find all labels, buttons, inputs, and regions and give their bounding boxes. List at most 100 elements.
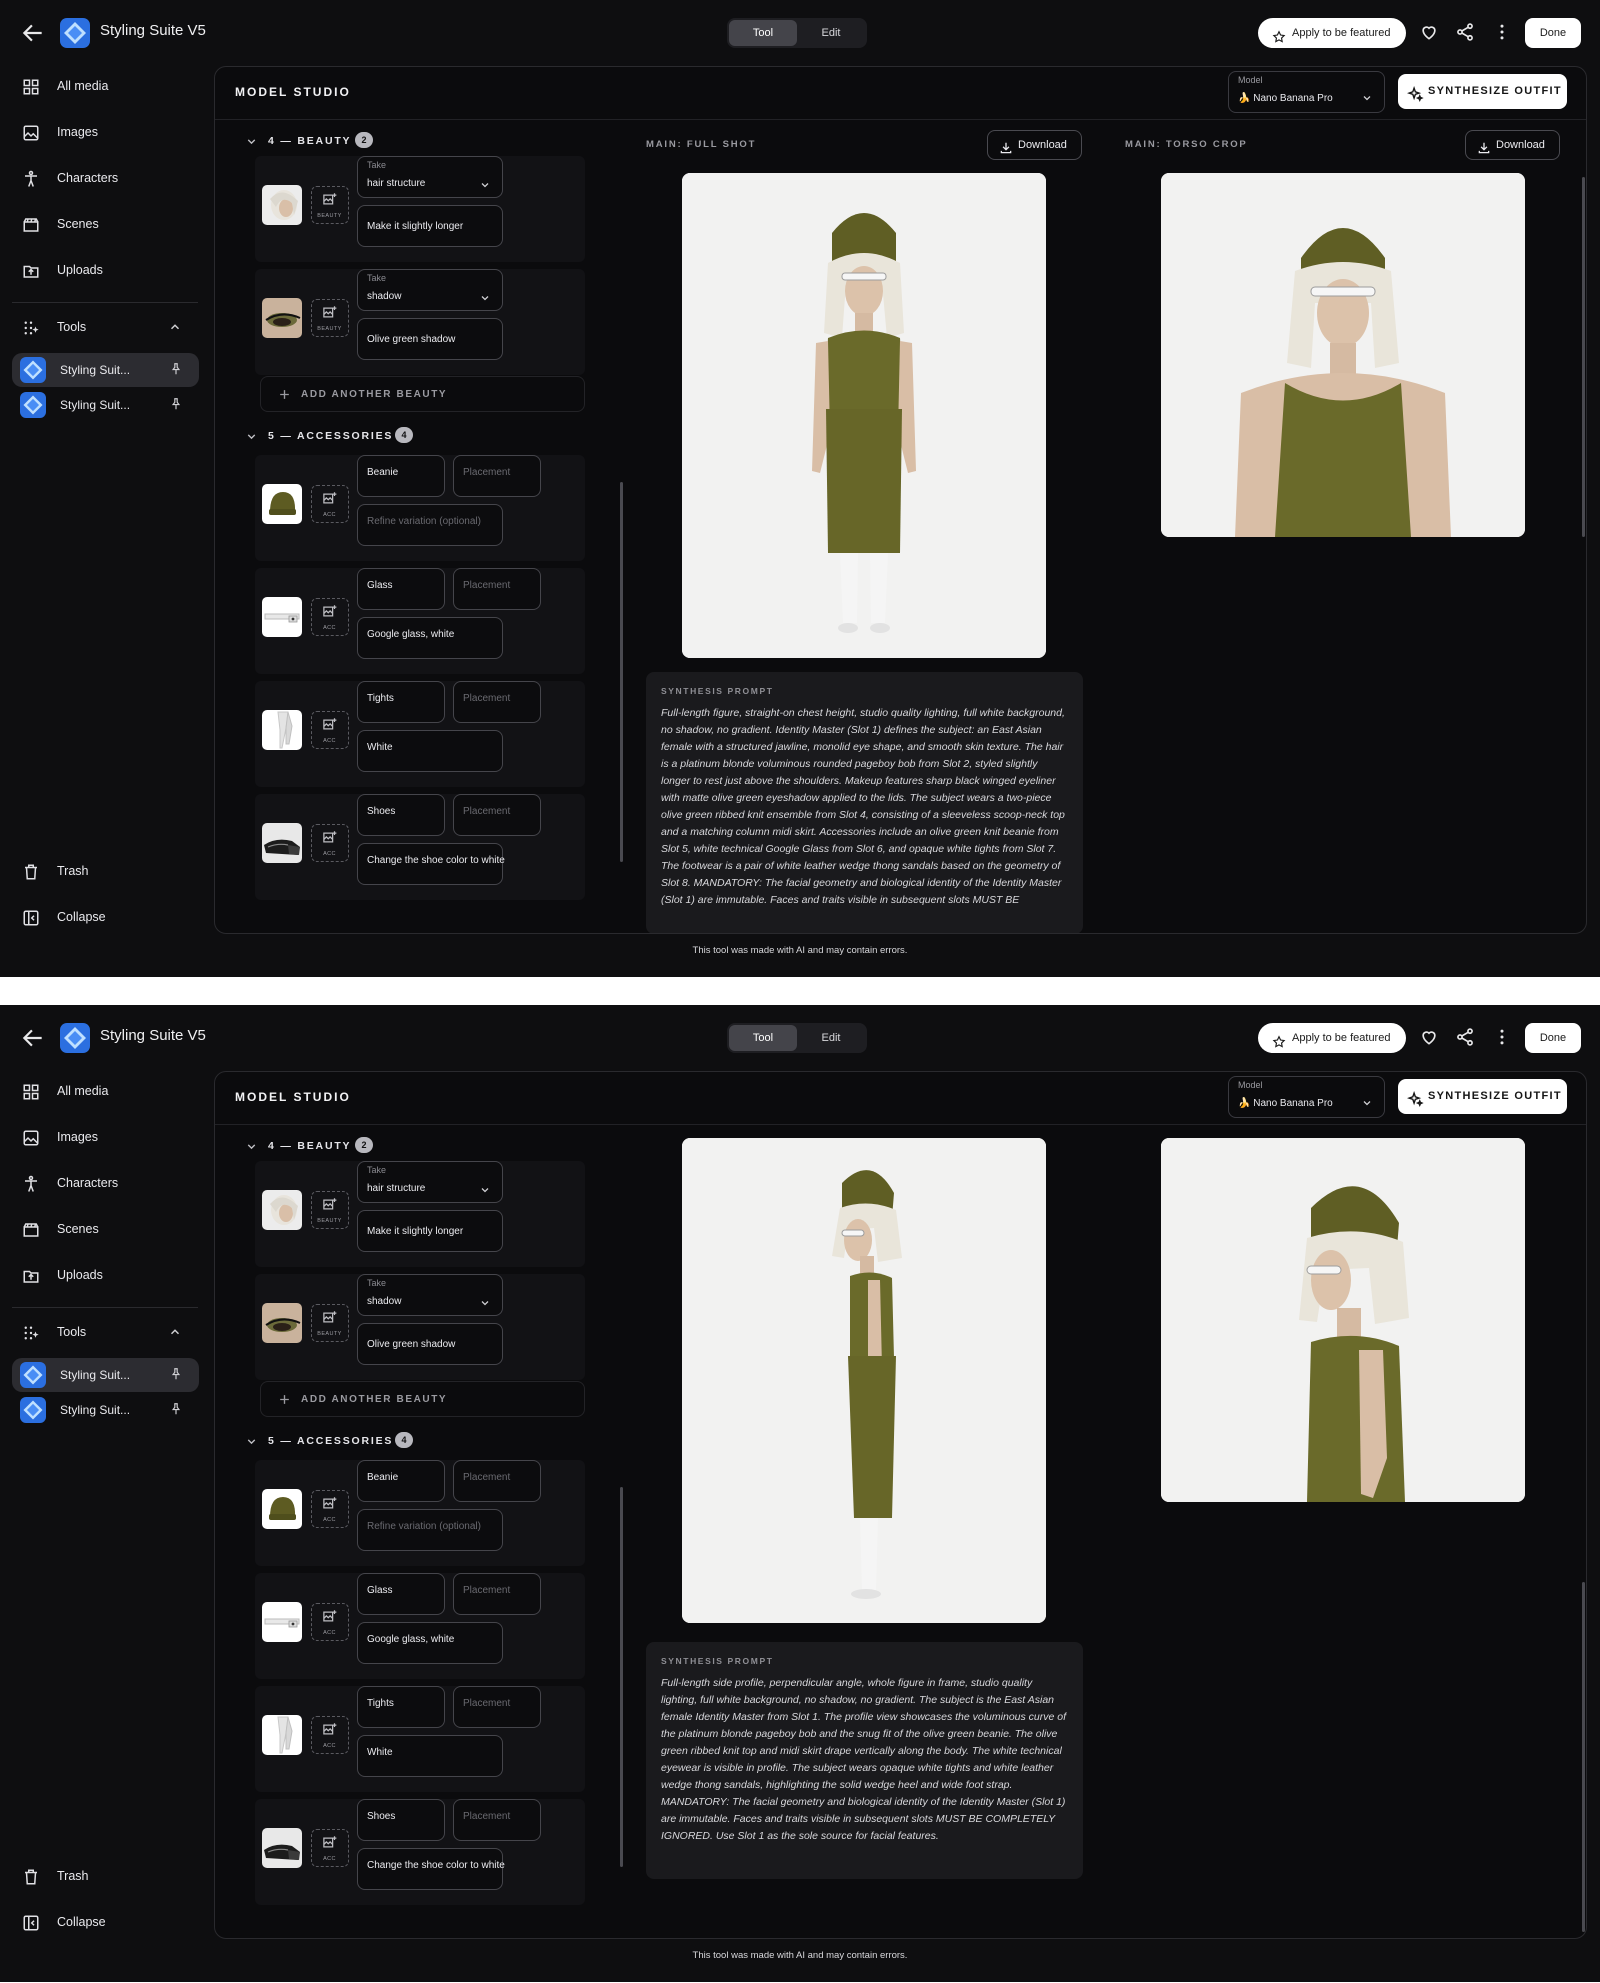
model-select[interactable]: Model 🍌 Nano Banana Pro	[1228, 1076, 1385, 1118]
refine-variation-field[interactable]: Google glass, white	[357, 617, 503, 659]
tool-item-styling-suite-2[interactable]: Styling Suit...	[12, 1393, 199, 1427]
pin-icon[interactable]	[169, 397, 183, 411]
accessory-name-field[interactable]: Tights	[357, 1686, 445, 1728]
refine-note-field[interactable]: Olive green shadow	[357, 1323, 503, 1365]
refine-variation-field[interactable]: White	[357, 730, 503, 772]
tab-edit[interactable]: Edit	[797, 20, 865, 46]
download-button[interactable]: Download	[987, 130, 1082, 160]
full-shot-image[interactable]	[682, 1138, 1046, 1623]
heart-icon[interactable]	[1419, 1027, 1439, 1047]
eyeshadow-thumbnail[interactable]	[262, 1303, 302, 1343]
accessory-name-field[interactable]: Glass	[357, 568, 445, 610]
refine-variation-field[interactable]: Refine variation (optional)	[357, 1509, 503, 1551]
beanie-thumbnail[interactable]	[262, 1489, 302, 1529]
torso-crop-image[interactable]	[1161, 1138, 1525, 1502]
tab-tool[interactable]: Tool	[729, 1025, 797, 1051]
scrollbar[interactable]	[1582, 177, 1585, 537]
take-select[interactable]: Take shadow	[357, 269, 503, 311]
tab-edit[interactable]: Edit	[797, 1025, 865, 1051]
tool-item-styling-suite-1[interactable]: Styling Suit...	[12, 353, 199, 387]
nav-all-media[interactable]: All media	[12, 71, 198, 103]
heart-icon[interactable]	[1419, 22, 1439, 42]
add-image-slot[interactable]: ACC	[311, 824, 349, 862]
placement-field[interactable]: Placement	[453, 568, 541, 610]
done-button[interactable]: Done	[1525, 18, 1581, 48]
placement-field[interactable]: Placement	[453, 1686, 541, 1728]
nav-scenes[interactable]: Scenes	[12, 1214, 198, 1246]
synthesize-outfit-button[interactable]: SYNTHESIZE OUTFIT	[1398, 74, 1567, 109]
full-shot-image[interactable]	[682, 173, 1046, 658]
add-image-slot[interactable]: ACC	[311, 1603, 349, 1641]
refine-note-field[interactable]: Olive green shadow	[357, 318, 503, 360]
shoes-thumbnail[interactable]	[262, 1828, 302, 1868]
tools-section-toggle[interactable]: Tools	[12, 312, 198, 344]
add-image-slot[interactable]: ACC	[311, 711, 349, 749]
pin-icon[interactable]	[169, 1402, 183, 1416]
refine-note-field[interactable]: Make it slightly longer	[357, 205, 503, 247]
share-icon[interactable]	[1455, 22, 1475, 42]
refine-variation-field[interactable]: White	[357, 1735, 503, 1777]
placement-field[interactable]: Placement	[453, 1573, 541, 1615]
nav-all-media[interactable]: All media	[12, 1076, 198, 1108]
torso-crop-image[interactable]	[1161, 173, 1525, 537]
done-button[interactable]: Done	[1525, 1023, 1581, 1053]
accessory-name-field[interactable]: Glass	[357, 1573, 445, 1615]
scrollbar[interactable]	[1582, 1582, 1585, 1932]
add-image-slot[interactable]: ACC	[311, 598, 349, 636]
placement-field[interactable]: Placement	[453, 1799, 541, 1841]
placement-field[interactable]: Placement	[453, 455, 541, 497]
placement-field[interactable]: Placement	[453, 1460, 541, 1502]
nav-collapse[interactable]: Collapse	[12, 902, 198, 934]
tool-item-styling-suite-1[interactable]: Styling Suit...	[12, 1358, 199, 1392]
nav-images[interactable]: Images	[12, 117, 198, 149]
add-image-slot[interactable]: BEAUTY	[311, 1304, 349, 1342]
eyeshadow-thumbnail[interactable]	[262, 298, 302, 338]
placement-field[interactable]: Placement	[453, 794, 541, 836]
accessory-name-field[interactable]: Beanie	[357, 1460, 445, 1502]
add-another-beauty-button[interactable]: ADD ANOTHER BEAUTY	[260, 1381, 585, 1417]
apply-featured-button[interactable]: Apply to be featured	[1258, 1023, 1406, 1053]
take-select[interactable]: Take hair structure	[357, 1161, 503, 1203]
pin-icon[interactable]	[169, 362, 183, 376]
nav-characters[interactable]: Characters	[12, 1168, 198, 1200]
accessory-name-field[interactable]: Tights	[357, 681, 445, 723]
accessory-name-field[interactable]: Shoes	[357, 1799, 445, 1841]
refine-variation-field[interactable]: Change the shoe color to white	[357, 843, 505, 885]
pin-icon[interactable]	[169, 1367, 183, 1381]
placement-field[interactable]: Placement	[453, 681, 541, 723]
nav-uploads[interactable]: Uploads	[12, 1260, 198, 1292]
tights-thumbnail[interactable]	[262, 710, 302, 750]
add-image-slot[interactable]: ACC	[311, 1716, 349, 1754]
more-vert-icon[interactable]	[1492, 22, 1512, 42]
nav-collapse[interactable]: Collapse	[12, 1907, 198, 1939]
scrollbar[interactable]	[620, 482, 623, 862]
nav-uploads[interactable]: Uploads	[12, 255, 198, 287]
refine-variation-field[interactable]: Google glass, white	[357, 1622, 503, 1664]
glass-thumbnail[interactable]	[262, 1602, 302, 1642]
scrollbar[interactable]	[620, 1487, 623, 1867]
tights-thumbnail[interactable]	[262, 1715, 302, 1755]
nav-images[interactable]: Images	[12, 1122, 198, 1154]
nav-scenes[interactable]: Scenes	[12, 209, 198, 241]
add-image-slot[interactable]: BEAUTY	[311, 1191, 349, 1229]
glass-thumbnail[interactable]	[262, 597, 302, 637]
refine-variation-field[interactable]: Refine variation (optional)	[357, 504, 503, 546]
take-select[interactable]: Take shadow	[357, 1274, 503, 1316]
nav-characters[interactable]: Characters	[12, 163, 198, 195]
shoes-thumbnail[interactable]	[262, 823, 302, 863]
add-image-slot[interactable]: ACC	[311, 1490, 349, 1528]
add-image-slot[interactable]: ACC	[311, 485, 349, 523]
model-select[interactable]: Model 🍌 Nano Banana Pro	[1228, 71, 1385, 113]
refine-note-field[interactable]: Make it slightly longer	[357, 1210, 503, 1252]
refine-variation-field[interactable]: Change the shoe color to white	[357, 1848, 505, 1890]
nav-trash[interactable]: Trash	[12, 1861, 198, 1893]
hair-thumbnail[interactable]	[262, 185, 302, 225]
add-image-slot[interactable]: BEAUTY	[311, 299, 349, 337]
add-image-slot[interactable]: ACC	[311, 1829, 349, 1867]
add-image-slot[interactable]: BEAUTY	[311, 186, 349, 224]
synthesize-outfit-button[interactable]: SYNTHESIZE OUTFIT	[1398, 1079, 1567, 1114]
back-arrow-icon[interactable]	[20, 1025, 46, 1051]
tool-item-styling-suite-2[interactable]: Styling Suit...	[12, 388, 199, 422]
download-button[interactable]: Download	[1465, 130, 1560, 160]
accessory-name-field[interactable]: Shoes	[357, 794, 445, 836]
